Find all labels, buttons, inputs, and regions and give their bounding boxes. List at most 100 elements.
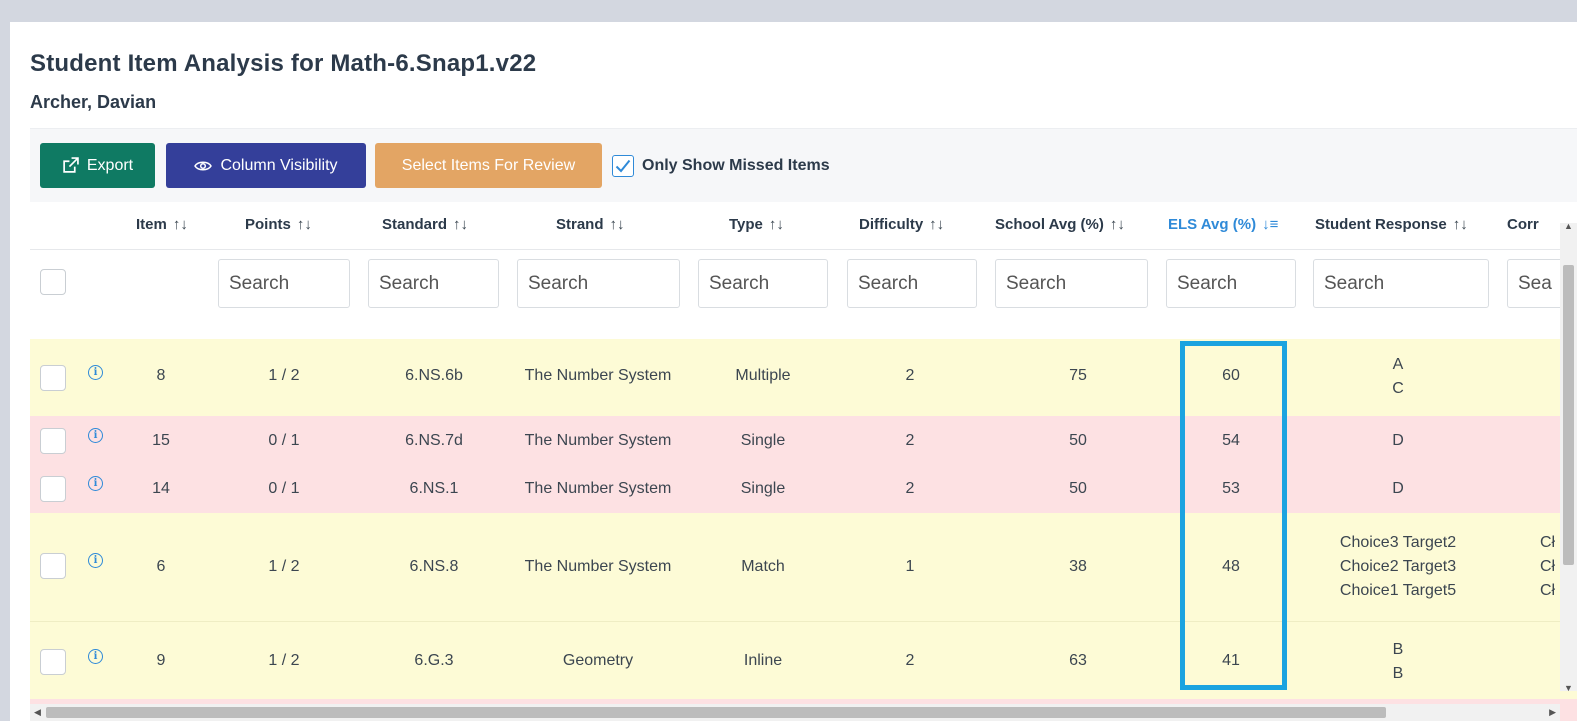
cell-strand: The Number System xyxy=(524,432,672,449)
cell-student-response: D xyxy=(1392,432,1404,449)
table-row[interactable]: i 9 1 / 2 6.G.3 Geometry Inline 2 63 41 … xyxy=(30,621,1577,699)
cell-standard: 6.NS.8 xyxy=(409,558,459,575)
column-visibility-button[interactable]: Column Visibility xyxy=(166,143,366,188)
info-icon[interactable]: i xyxy=(88,365,103,380)
search-els-avg[interactable] xyxy=(1166,259,1296,308)
info-icon[interactable]: i xyxy=(88,428,103,443)
info-icon[interactable]: i xyxy=(88,553,103,568)
cell-points: 1 / 2 xyxy=(268,367,300,384)
sort-icon: ↑↓ xyxy=(172,216,188,233)
scroll-left-icon[interactable]: ◀ xyxy=(34,707,41,718)
cell-difficulty: 1 xyxy=(905,558,915,575)
scroll-right-icon[interactable]: ▶ xyxy=(1549,707,1556,718)
eye-icon xyxy=(194,159,213,173)
column-visibility-label: Column Visibility xyxy=(220,156,338,174)
item-table: Item ↑↓ Points ↑↓ Standard ↑↓ Strand ↑↓ Type… xyxy=(30,202,1577,721)
cell-points: 0 / 1 xyxy=(268,432,300,449)
info-icon[interactable]: i xyxy=(88,649,103,664)
filter-row xyxy=(30,250,1577,317)
select-items-review-button[interactable]: Select Items For Review xyxy=(375,143,602,188)
column-header-difficulty[interactable]: Difficulty ↑↓ xyxy=(859,216,944,233)
select-review-label: Select Items For Review xyxy=(401,156,576,174)
row-checkbox[interactable] xyxy=(40,649,66,675)
cell-type: Single xyxy=(740,432,786,449)
cell-els-avg: 54 xyxy=(1222,432,1240,449)
cell-type: Multiple xyxy=(735,367,791,384)
cell-item: 14 xyxy=(152,480,170,497)
search-difficulty[interactable] xyxy=(847,259,977,308)
cell-points: 1 / 2 xyxy=(268,558,300,575)
table-row[interactable]: i 15 0 / 1 6.NS.7d The Number System Sin… xyxy=(30,416,1577,464)
search-correct[interactable] xyxy=(1507,259,1567,308)
vertical-scrollbar[interactable]: ▲ ▼ xyxy=(1560,221,1577,693)
search-strand[interactable] xyxy=(517,259,680,308)
export-button[interactable]: Export xyxy=(40,143,155,188)
cell-difficulty: 2 xyxy=(905,652,915,669)
column-header-strand[interactable]: Strand ↑↓ xyxy=(556,216,625,233)
cell-student-response: AC xyxy=(1392,356,1404,397)
search-student-response[interactable] xyxy=(1313,259,1489,308)
horizontal-scrollbar[interactable]: ◀ ▶ xyxy=(30,704,1560,721)
row-checkbox[interactable] xyxy=(40,428,66,454)
cell-standard: 6.NS.1 xyxy=(409,480,459,497)
scroll-down-icon[interactable]: ▼ xyxy=(1564,683,1573,693)
cell-points: 1 / 2 xyxy=(268,652,300,669)
cell-els-avg: 60 xyxy=(1222,367,1240,384)
sort-icon: ↑↓ xyxy=(929,216,945,233)
table-row[interactable]: i 14 0 / 1 6.NS.1 The Number System Sing… xyxy=(30,464,1577,513)
cell-strand: The Number System xyxy=(524,367,672,384)
page-title: Student Item Analysis for Math-6.Snap1.v… xyxy=(30,50,537,77)
row-checkbox[interactable] xyxy=(40,365,66,391)
sort-icon: ↑↓ xyxy=(609,216,625,233)
info-icon[interactable]: i xyxy=(88,476,103,491)
cell-points: 0 / 1 xyxy=(268,480,300,497)
table-row[interactable]: i 8 1 / 2 6.NS.6b The Number System Mult… xyxy=(30,339,1577,416)
search-school-avg[interactable] xyxy=(995,259,1148,308)
sort-icon: ↑↓ xyxy=(296,216,312,233)
cell-school-avg: 38 xyxy=(1069,558,1087,575)
scroll-up-icon[interactable]: ▲ xyxy=(1564,221,1573,231)
column-header-standard[interactable]: Standard ↑↓ xyxy=(382,216,468,233)
only-missed-toggle[interactable]: Only Show Missed Items xyxy=(612,155,830,177)
cell-strand: The Number System xyxy=(524,558,672,575)
table-row[interactable]: i 6 1 / 2 6.NS.8 The Number System Match… xyxy=(30,513,1577,621)
column-header-points[interactable]: Points ↑↓ xyxy=(245,216,312,233)
external-link-icon xyxy=(62,157,79,174)
cell-strand: Geometry xyxy=(562,652,634,669)
cell-standard: 6.G.3 xyxy=(414,652,454,669)
row-checkbox[interactable] xyxy=(40,476,66,502)
cell-els-avg: 48 xyxy=(1222,558,1240,575)
search-points[interactable] xyxy=(218,259,350,308)
vertical-scroll-thumb[interactable] xyxy=(1563,265,1574,565)
column-header-student-response[interactable]: Student Response ↑↓ xyxy=(1315,216,1468,233)
cell-school-avg: 63 xyxy=(1069,652,1087,669)
select-all-checkbox[interactable] xyxy=(40,269,66,295)
table-header: Item ↑↓ Points ↑↓ Standard ↑↓ Strand ↑↓ Type… xyxy=(30,202,1577,250)
row-checkbox[interactable] xyxy=(40,553,66,579)
cell-strand: The Number System xyxy=(524,480,672,497)
checkbox-checked-icon[interactable] xyxy=(612,155,634,177)
column-header-type[interactable]: Type ↑↓ xyxy=(729,216,784,233)
report-panel: Student Item Analysis for Math-6.Snap1.v… xyxy=(10,22,1577,721)
cell-student-response: BB xyxy=(1392,641,1404,682)
search-type[interactable] xyxy=(698,259,828,308)
cell-item: 8 xyxy=(156,367,166,384)
sort-icon: ↑↓ xyxy=(768,216,784,233)
sort-icon: ↑↓ xyxy=(1452,216,1468,233)
cell-type: Inline xyxy=(743,652,783,669)
only-missed-label: Only Show Missed Items xyxy=(642,157,830,174)
search-standard[interactable] xyxy=(368,259,499,308)
cell-standard: 6.NS.6b xyxy=(405,367,463,384)
cell-school-avg: 75 xyxy=(1069,367,1087,384)
column-header-els-avg[interactable]: ELS Avg (%) ↓≡ xyxy=(1168,216,1278,233)
cell-type: Match xyxy=(741,558,785,575)
horizontal-scroll-thumb[interactable] xyxy=(46,707,1386,718)
cell-school-avg: 50 xyxy=(1069,432,1087,449)
column-header-item[interactable]: Item ↑↓ xyxy=(136,216,188,233)
column-header-school-avg[interactable]: School Avg (%) ↑↓ xyxy=(995,216,1125,233)
cell-difficulty: 2 xyxy=(905,432,915,449)
student-name: Archer, Davian xyxy=(30,92,157,112)
cell-item: 15 xyxy=(152,432,170,449)
column-header-correct[interactable]: Corr xyxy=(1507,216,1539,233)
cell-type: Single xyxy=(740,480,786,497)
